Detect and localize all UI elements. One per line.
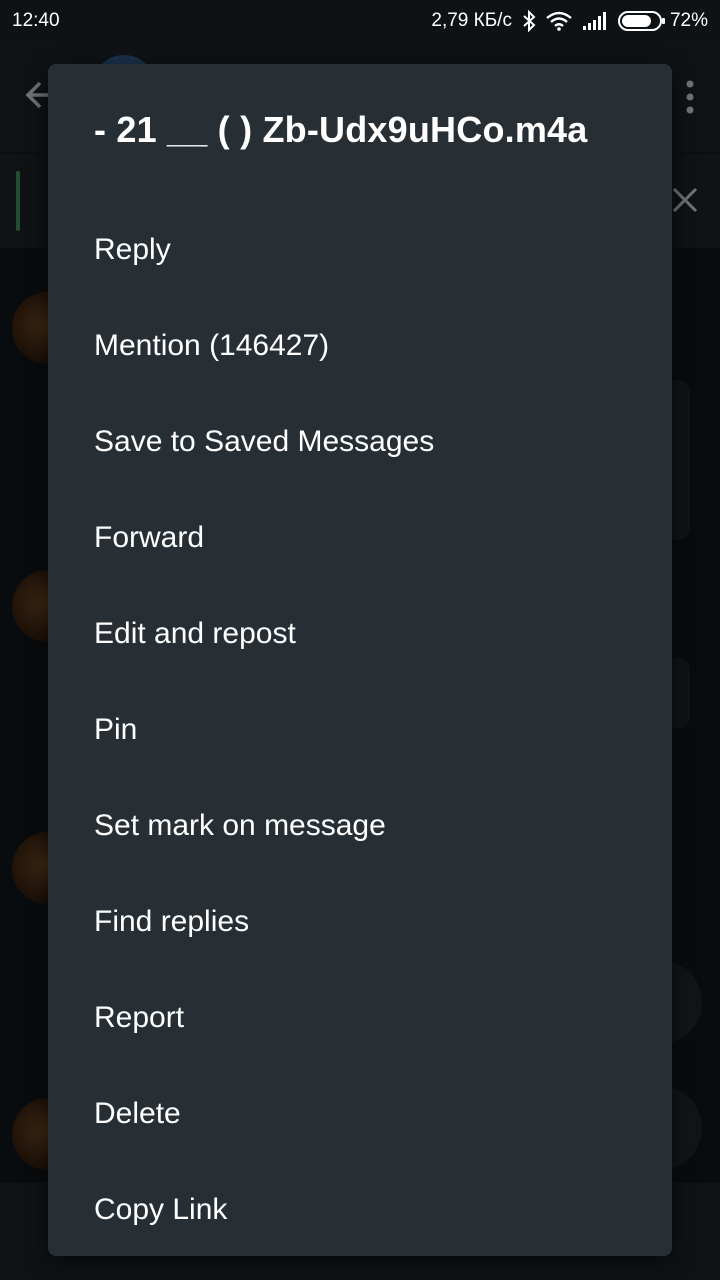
status-time: 12:40 bbox=[12, 10, 60, 31]
menu-title: - 21 __ ( ) Zb-Udx9uHCo.m4a bbox=[94, 109, 588, 150]
menu-item-set-mark[interactable]: Set mark on message bbox=[48, 778, 672, 874]
bluetooth-icon bbox=[522, 10, 536, 32]
menu-item-report[interactable]: Report bbox=[48, 970, 672, 1066]
menu-item-reply[interactable]: Reply bbox=[48, 202, 672, 298]
menu-item-forward[interactable]: Forward bbox=[48, 490, 672, 586]
message-context-menu: - 21 __ ( ) Zb-Udx9uHCo.m4a Reply Mentio… bbox=[48, 64, 672, 1256]
network-speed: 2,79 КБ/с bbox=[431, 10, 512, 31]
wifi-icon bbox=[546, 11, 572, 31]
signal-icon bbox=[582, 11, 608, 31]
status-icons: 2,79 КБ/с 72% bbox=[431, 10, 708, 32]
menu-item-delete[interactable]: Delete bbox=[48, 1066, 672, 1162]
menu-item-save-to-saved-messages[interactable]: Save to Saved Messages bbox=[48, 394, 672, 490]
menu-item-mention[interactable]: Mention (146427) bbox=[48, 298, 672, 394]
status-bar: 12:40 2,79 КБ/с 72% bbox=[0, 0, 720, 42]
menu-item-copy-link[interactable]: Copy Link bbox=[48, 1162, 672, 1256]
menu-item-find-replies[interactable]: Find replies bbox=[48, 874, 672, 970]
battery-percent: 72% bbox=[669, 10, 708, 31]
menu-item-pin[interactable]: Pin bbox=[48, 682, 672, 778]
battery-indicator: 72% bbox=[617, 10, 708, 32]
menu-item-edit-and-repost[interactable]: Edit and repost bbox=[48, 586, 672, 682]
battery-icon bbox=[617, 11, 666, 31]
